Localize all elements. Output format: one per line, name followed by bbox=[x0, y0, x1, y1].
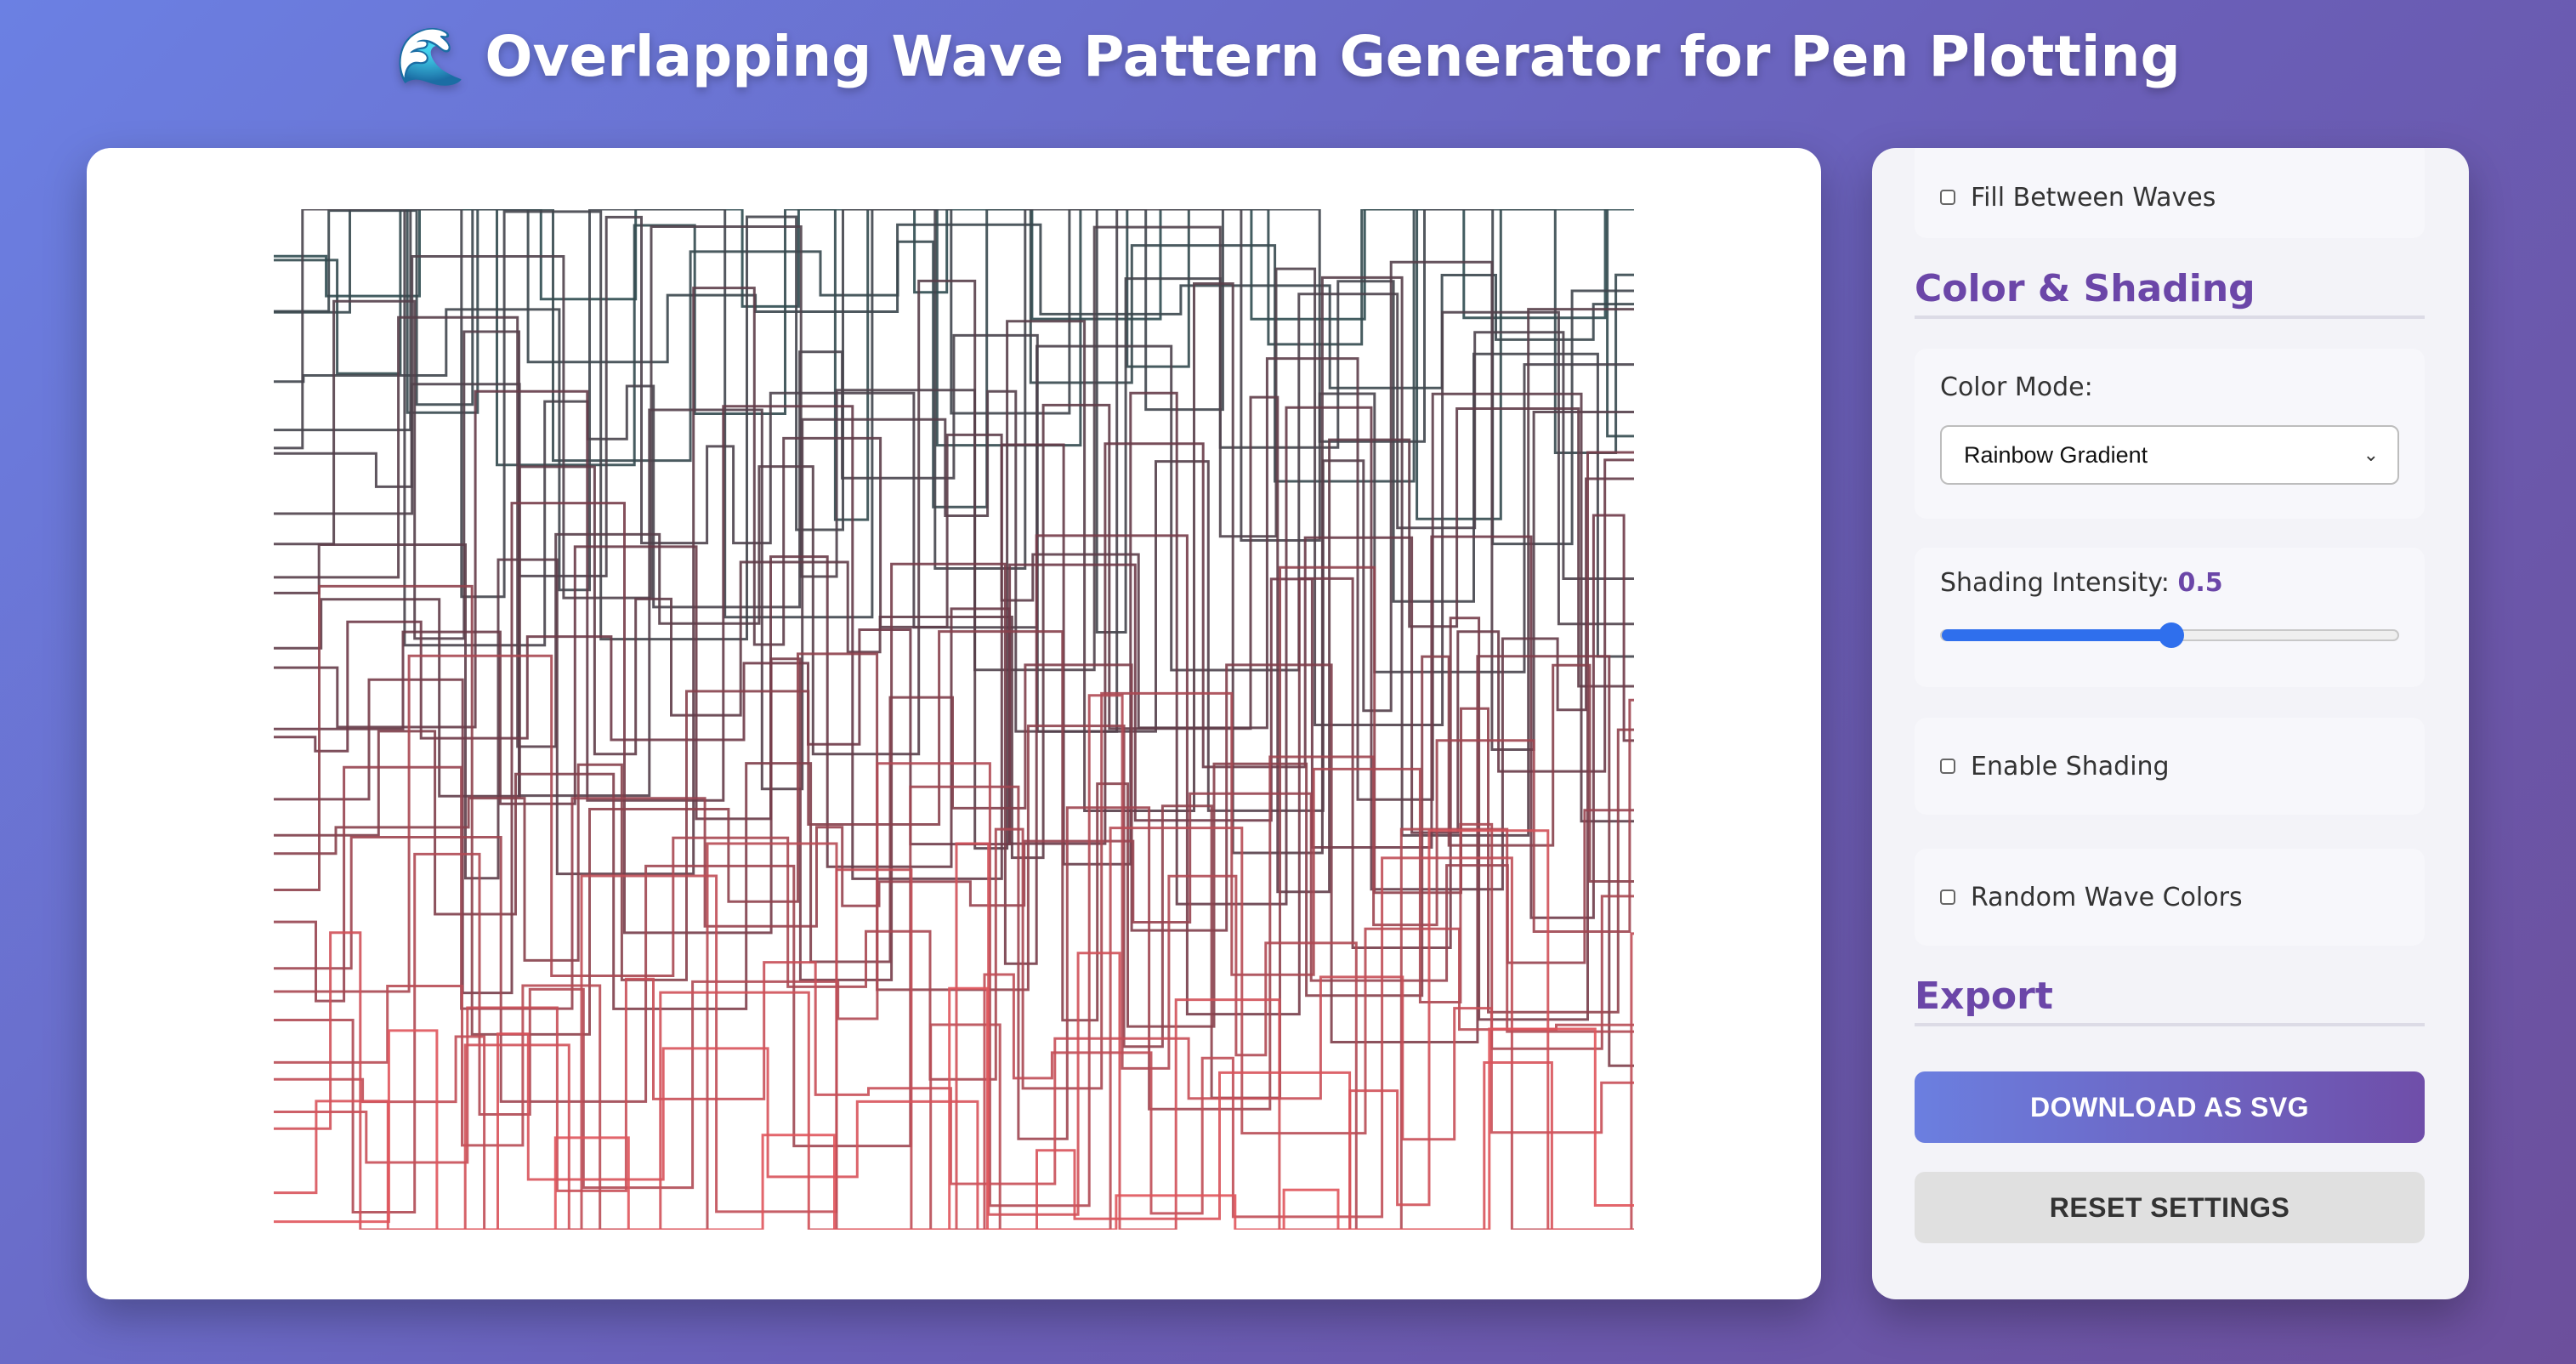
download-svg-button[interactable]: DOWNLOAD AS SVG bbox=[1915, 1071, 2425, 1143]
shading-intensity-value: 0.5 bbox=[2177, 568, 2223, 598]
color-shading-heading: Color & Shading bbox=[1915, 267, 2425, 319]
enable-shading-label: Enable Shading bbox=[1971, 751, 2170, 781]
page-title: 🌊 Overlapping Wave Pattern Generator for… bbox=[0, 24, 2576, 90]
slider-fill bbox=[1942, 629, 2171, 641]
wave-icon: 🌊 bbox=[395, 24, 466, 89]
color-mode-select[interactable]: Rainbow Gradient ⌄ bbox=[1940, 425, 2399, 485]
random-colors-label: Random Wave Colors bbox=[1971, 882, 2243, 912]
shading-intensity-label: Shading Intensity: bbox=[1940, 568, 2170, 598]
wave-plot bbox=[274, 209, 1634, 1230]
fill-between-control: Fill Between Waves bbox=[1915, 148, 2425, 238]
fill-between-label: Fill Between Waves bbox=[1971, 182, 2216, 213]
enable-shading-checkbox[interactable] bbox=[1940, 759, 1955, 774]
color-mode-value: Rainbow Gradient bbox=[1964, 441, 2148, 468]
fill-between-checkbox[interactable] bbox=[1940, 190, 1955, 205]
chevron-down-icon: ⌄ bbox=[2363, 444, 2379, 466]
enable-shading-control: Enable Shading bbox=[1915, 718, 2425, 815]
color-mode-label: Color Mode: bbox=[1940, 372, 2093, 402]
random-colors-checkbox[interactable] bbox=[1940, 889, 1955, 905]
export-heading: Export bbox=[1915, 975, 2425, 1026]
canvas-card bbox=[87, 148, 1821, 1299]
wave-line bbox=[274, 829, 1634, 1230]
shading-intensity-slider[interactable] bbox=[1940, 622, 2399, 648]
shading-intensity-label-row: Shading Intensity: 0.5 bbox=[1940, 568, 2223, 598]
random-colors-control: Random Wave Colors bbox=[1915, 849, 2425, 946]
reset-settings-button[interactable]: RESET SETTINGS bbox=[1915, 1172, 2425, 1243]
color-mode-control: Color Mode: Rainbow Gradient ⌄ bbox=[1915, 349, 2425, 519]
page-title-text: Overlapping Wave Pattern Generator for P… bbox=[485, 24, 2181, 89]
shading-intensity-control: Shading Intensity: 0.5 bbox=[1915, 548, 2425, 687]
slider-thumb[interactable] bbox=[2159, 622, 2184, 648]
settings-panel: Fill Between Waves Color & Shading Color… bbox=[1872, 148, 2469, 1299]
